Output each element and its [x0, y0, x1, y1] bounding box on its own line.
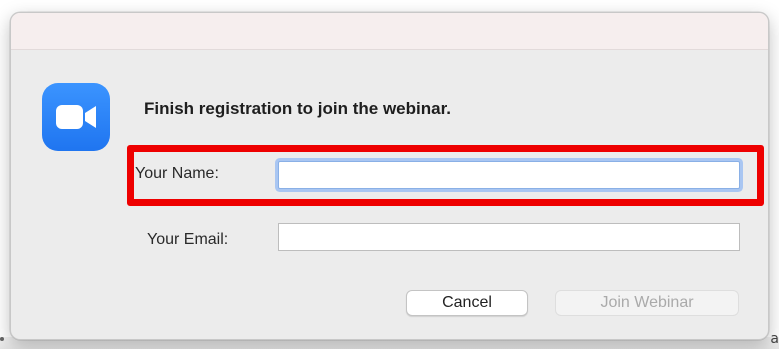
email-label: Your Email:	[147, 231, 229, 248]
dialog-heading: Finish registration to join the webinar.	[144, 99, 451, 118]
zoom-app-icon	[42, 83, 110, 151]
background-dot	[0, 337, 4, 341]
name-input[interactable]	[278, 161, 740, 189]
cancel-button[interactable]: Cancel	[406, 290, 528, 316]
registration-dialog: Finish registration to join the webinar.…	[10, 12, 769, 340]
dialog-titlebar	[11, 13, 768, 50]
video-camera-icon	[56, 105, 96, 129]
name-label: Your Name:	[135, 165, 219, 182]
email-input[interactable]	[278, 223, 740, 251]
screen: a Finish registration to join the webina…	[0, 0, 779, 349]
background-edge-glyph: a	[770, 331, 779, 347]
join-webinar-button[interactable]: Join Webinar	[555, 290, 739, 316]
